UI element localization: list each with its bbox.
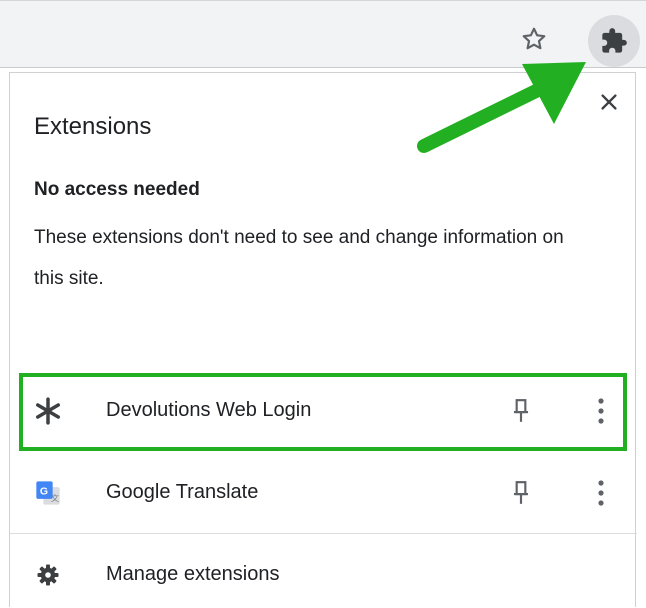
manage-extensions-item[interactable]: Manage extensions bbox=[10, 535, 637, 608]
pin-icon bbox=[513, 399, 529, 422]
puzzle-piece-icon bbox=[602, 28, 627, 53]
more-options-button[interactable] bbox=[588, 475, 614, 511]
extensions-button[interactable] bbox=[588, 15, 640, 67]
star-outline-icon bbox=[522, 27, 546, 50]
more-vert-icon bbox=[598, 398, 604, 424]
section-description: These extensions don't need to see and c… bbox=[34, 227, 564, 289]
close-icon bbox=[601, 94, 617, 110]
more-options-button[interactable] bbox=[588, 393, 614, 429]
panel-title: Extensions bbox=[34, 113, 152, 140]
pin-icon bbox=[513, 481, 529, 504]
pin-button[interactable] bbox=[506, 393, 536, 429]
google-translate-icon: 文 G bbox=[32, 477, 64, 509]
gear-icon bbox=[32, 559, 64, 591]
svg-text:G: G bbox=[40, 485, 48, 497]
section-heading: No access needed bbox=[34, 179, 200, 200]
extension-row-google-translate[interactable]: 文 G Google Translate bbox=[10, 453, 637, 533]
manage-extensions-label: Manage extensions bbox=[106, 563, 280, 585]
close-button[interactable] bbox=[594, 87, 624, 117]
divider bbox=[10, 533, 637, 534]
extension-row-devolutions-web-login[interactable]: Devolutions Web Login bbox=[10, 371, 637, 451]
browser-toolbar bbox=[0, 0, 646, 68]
more-vert-icon bbox=[598, 480, 604, 506]
extension-name: Google Translate bbox=[106, 481, 259, 503]
pin-button[interactable] bbox=[506, 475, 536, 511]
devolutions-asterisk-icon bbox=[32, 395, 64, 427]
extension-name: Devolutions Web Login bbox=[106, 399, 312, 421]
extensions-popup: Extensions No access needed These extens… bbox=[9, 72, 637, 608]
bookmark-star-button[interactable] bbox=[512, 17, 556, 61]
